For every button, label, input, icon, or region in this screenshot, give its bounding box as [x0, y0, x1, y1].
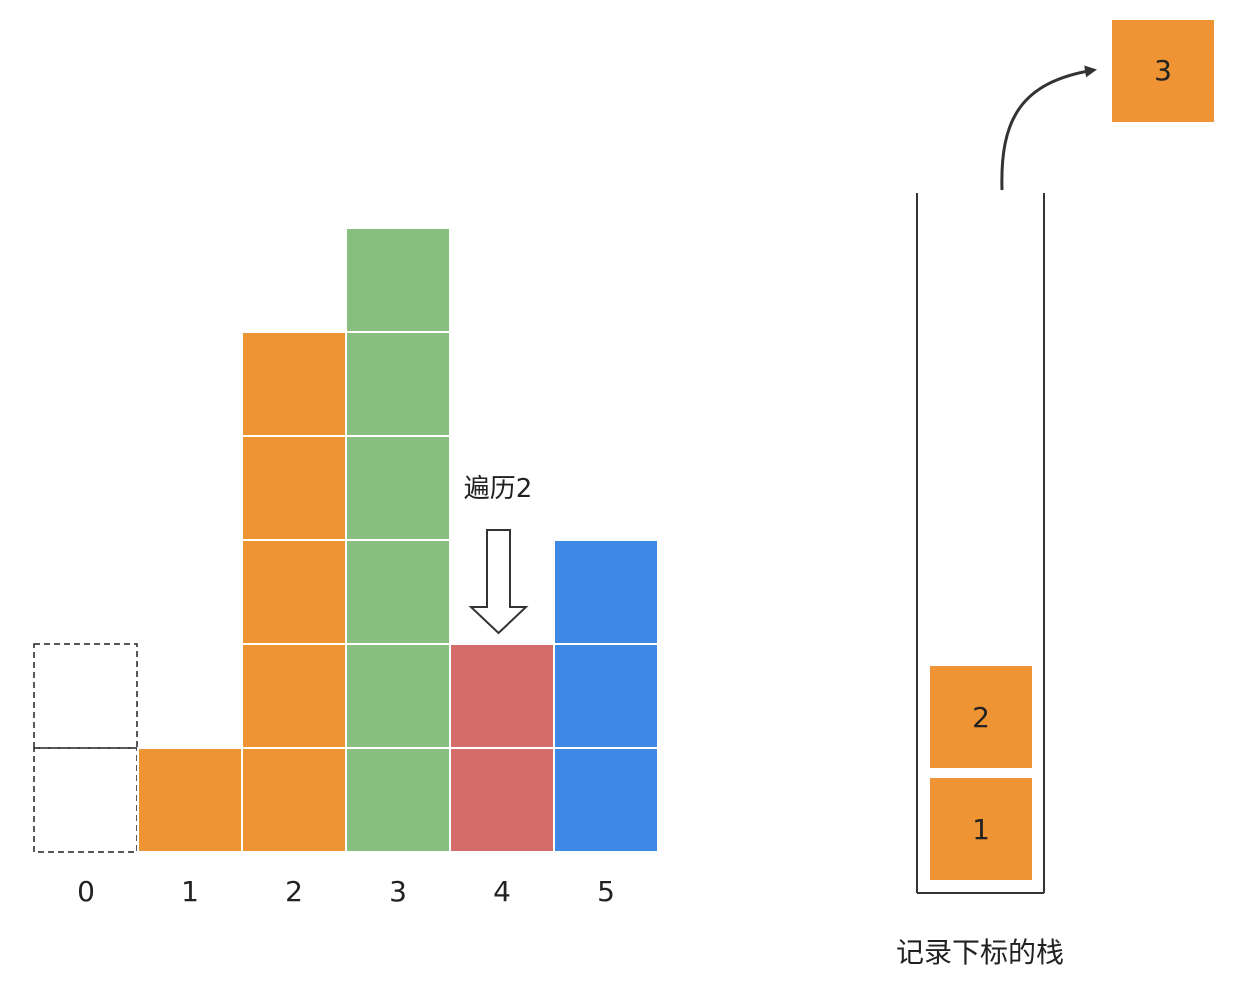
- bar-3-cell-0: [345, 747, 451, 853]
- index-label-4: 4: [493, 875, 511, 908]
- stack-item-label-0: 1: [972, 813, 990, 846]
- stack-caption: 记录下标的栈: [896, 936, 1064, 969]
- index-label-2: 2: [285, 875, 303, 908]
- bar-0-cell-0: [33, 747, 138, 853]
- bar-3-cell-1: [345, 643, 451, 749]
- curved-arrow-icon: [1000, 65, 1097, 191]
- bar-2-cell-0: [241, 747, 347, 853]
- index-label-3: 3: [389, 875, 407, 908]
- stack-items: 12: [930, 666, 1032, 880]
- bar-3-cell-3: [345, 435, 451, 541]
- histogram-bars: [33, 227, 659, 853]
- bar-3-cell-5: [345, 227, 451, 333]
- index-labels: 0 1 2 3 4 5: [77, 875, 615, 908]
- bar-1-cell-0: [137, 747, 243, 853]
- bar-2-cell-4: [241, 331, 347, 437]
- bar-5-cell-2: [553, 539, 659, 645]
- bar-2-cell-2: [241, 539, 347, 645]
- stack-item-label-1: 2: [972, 701, 990, 734]
- bar-5-cell-0: [553, 747, 659, 853]
- bar-4-cell-1: [449, 643, 555, 749]
- index-label-5: 5: [597, 875, 615, 908]
- bar-2-cell-1: [241, 643, 347, 749]
- monotonic-stack-diagram: 012345 遍历2 12 3 记录下标的栈: [33, 20, 1214, 969]
- bar-3-cell-2: [345, 539, 451, 645]
- bar-4-cell-0: [449, 747, 555, 853]
- traverse-label: 遍历2: [464, 474, 533, 504]
- index-label-0: 0: [77, 875, 95, 908]
- index-label-1: 1: [181, 875, 199, 908]
- bar-3-cell-4: [345, 331, 451, 437]
- bar-5-cell-1: [553, 643, 659, 749]
- popped-stack-item-label: 3: [1154, 54, 1172, 87]
- bar-2-cell-3: [241, 435, 347, 541]
- bar-0-cell-1: [33, 643, 138, 749]
- hollow-down-arrow-icon: [468, 529, 529, 635]
